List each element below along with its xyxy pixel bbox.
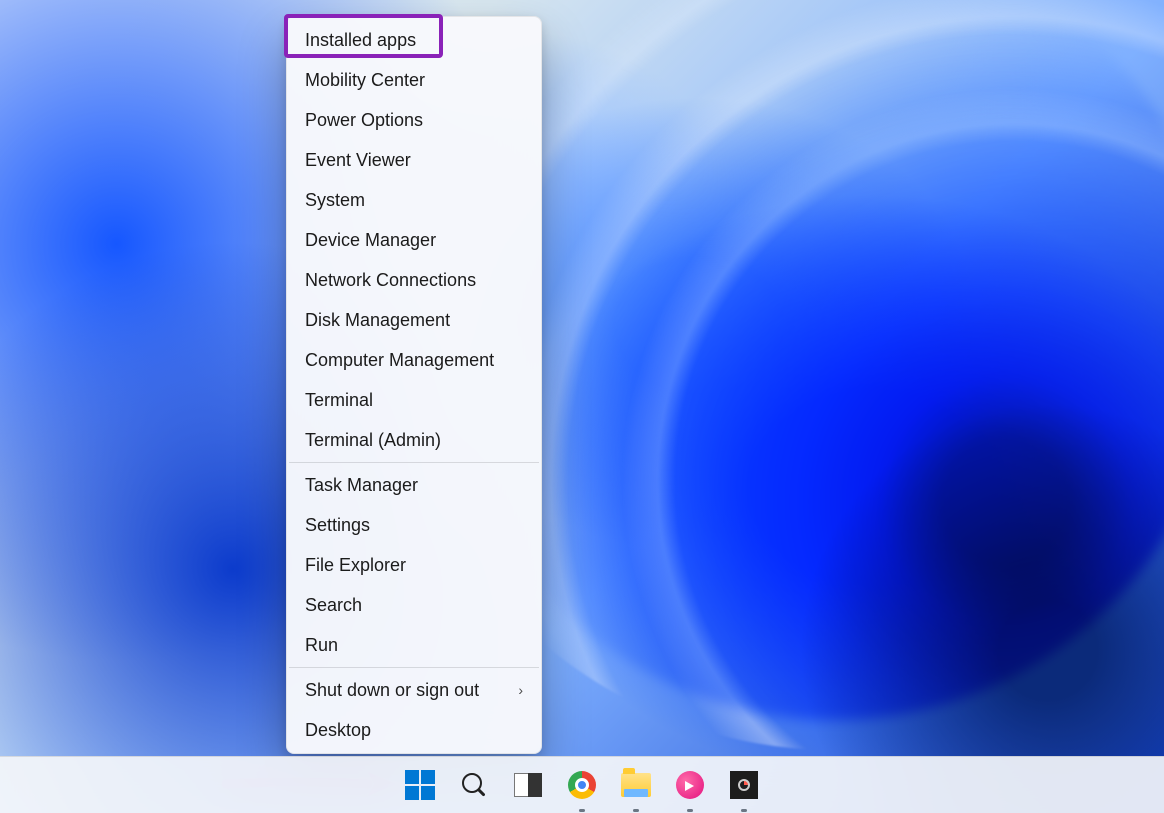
menu-item-label: Desktop bbox=[305, 720, 371, 741]
menu-item-label: Task Manager bbox=[305, 475, 418, 496]
menu-item-label: Terminal (Admin) bbox=[305, 430, 441, 451]
pink-app-button[interactable] bbox=[669, 764, 711, 806]
menu-item-system[interactable]: System bbox=[287, 180, 541, 220]
menu-item-label: Shut down or sign out bbox=[305, 680, 479, 701]
dark-app-icon bbox=[730, 771, 758, 799]
menu-item-desktop[interactable]: Desktop bbox=[287, 710, 541, 750]
chrome-button[interactable] bbox=[561, 764, 603, 806]
menu-separator bbox=[289, 667, 539, 668]
menu-item-terminal-admin[interactable]: Terminal (Admin) bbox=[287, 420, 541, 460]
start-button[interactable] bbox=[399, 764, 441, 806]
menu-item-label: Device Manager bbox=[305, 230, 436, 251]
menu-item-network-connections[interactable]: Network Connections bbox=[287, 260, 541, 300]
menu-item-run[interactable]: Run bbox=[287, 625, 541, 665]
windows-logo-icon bbox=[405, 770, 435, 800]
task-view-icon bbox=[514, 773, 542, 797]
menu-item-label: File Explorer bbox=[305, 555, 406, 576]
menu-item-power-options[interactable]: Power Options bbox=[287, 100, 541, 140]
search-button[interactable] bbox=[453, 764, 495, 806]
menu-item-event-viewer[interactable]: Event Viewer bbox=[287, 140, 541, 180]
menu-item-label: Power Options bbox=[305, 110, 423, 131]
menu-item-label: Run bbox=[305, 635, 338, 656]
menu-item-device-manager[interactable]: Device Manager bbox=[287, 220, 541, 260]
menu-item-label: Event Viewer bbox=[305, 150, 411, 171]
menu-item-label: Mobility Center bbox=[305, 70, 425, 91]
menu-item-settings[interactable]: Settings bbox=[287, 505, 541, 545]
chevron-right-icon: › bbox=[518, 682, 523, 698]
menu-item-search[interactable]: Search bbox=[287, 585, 541, 625]
chrome-icon bbox=[568, 771, 596, 799]
menu-item-disk-management[interactable]: Disk Management bbox=[287, 300, 541, 340]
menu-item-label: Terminal bbox=[305, 390, 373, 411]
search-icon bbox=[461, 772, 487, 798]
menu-item-computer-management[interactable]: Computer Management bbox=[287, 340, 541, 380]
menu-item-label: Network Connections bbox=[305, 270, 476, 291]
menu-item-terminal[interactable]: Terminal bbox=[287, 380, 541, 420]
menu-item-label: Computer Management bbox=[305, 350, 494, 371]
pink-app-icon bbox=[676, 771, 704, 799]
menu-item-installed-apps[interactable]: Installed apps bbox=[287, 20, 541, 60]
menu-item-label: System bbox=[305, 190, 365, 211]
menu-separator bbox=[289, 462, 539, 463]
file-explorer-button[interactable] bbox=[615, 764, 657, 806]
task-view-button[interactable] bbox=[507, 764, 549, 806]
menu-item-label: Search bbox=[305, 595, 362, 616]
menu-item-label: Settings bbox=[305, 515, 370, 536]
menu-item-mobility-center[interactable]: Mobility Center bbox=[287, 60, 541, 100]
menu-item-shut-down-sign-out[interactable]: Shut down or sign out › bbox=[287, 670, 541, 710]
menu-item-label: Disk Management bbox=[305, 310, 450, 331]
file-explorer-icon bbox=[621, 773, 651, 797]
menu-item-label: Installed apps bbox=[305, 30, 416, 51]
dark-app-button[interactable] bbox=[723, 764, 765, 806]
start-context-menu: Installed apps Mobility Center Power Optio… bbox=[286, 16, 542, 754]
menu-item-file-explorer[interactable]: File Explorer bbox=[287, 545, 541, 585]
menu-item-task-manager[interactable]: Task Manager bbox=[287, 465, 541, 505]
desktop-wallpaper bbox=[0, 0, 1164, 813]
taskbar bbox=[0, 756, 1164, 813]
